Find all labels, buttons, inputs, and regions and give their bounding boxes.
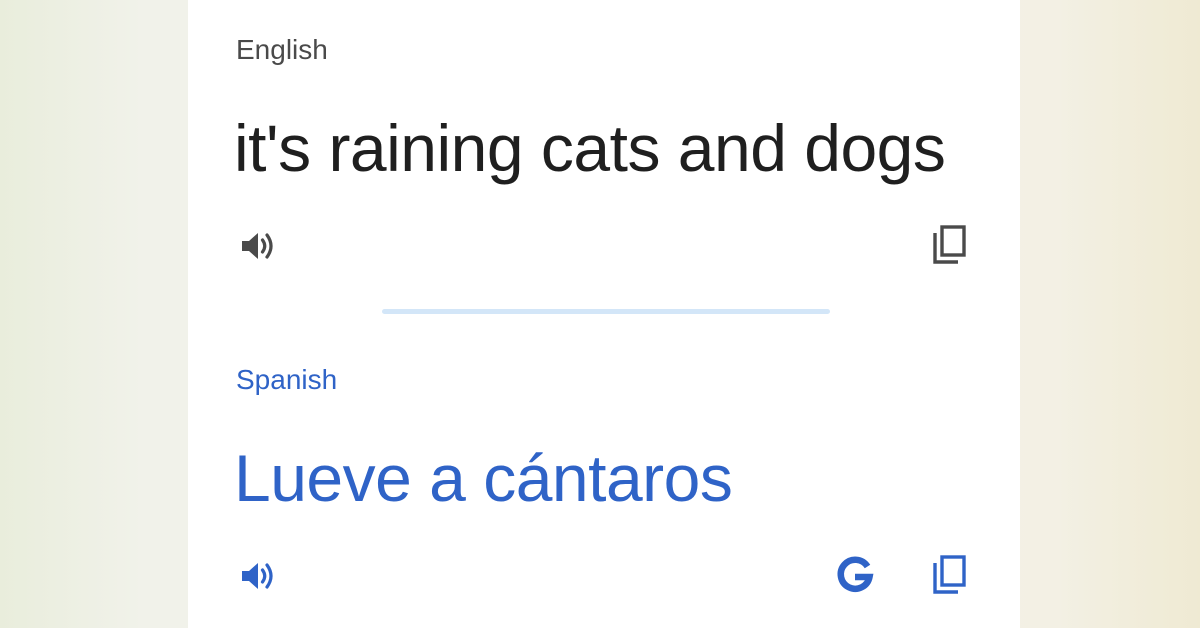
source-text: it's raining cats and dogs: [234, 111, 946, 185]
speaker-icon[interactable]: [236, 224, 280, 268]
source-language-label: English: [236, 34, 328, 65]
copy-icon[interactable]: [928, 552, 972, 598]
translation-card: English it's raining cats and dogs Spani…: [188, 0, 1020, 628]
divider: [382, 309, 830, 314]
translated-text: Lueve a cántaros: [234, 441, 733, 515]
copy-icon[interactable]: [928, 222, 972, 268]
google-g-icon[interactable]: [832, 554, 878, 600]
target-language-label: Spanish: [236, 364, 338, 395]
speaker-icon[interactable]: [236, 554, 280, 598]
